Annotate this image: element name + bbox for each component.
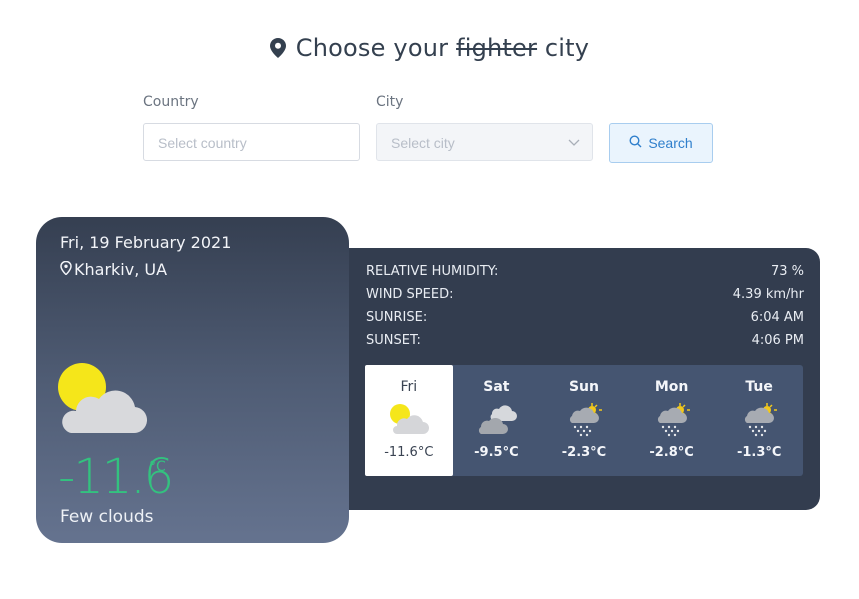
country-input[interactable]: Select country [143,123,360,161]
forecast-day-name: Mon [654,379,689,395]
country-placeholder: Select country [158,135,247,151]
detail-label: SUNRISE: [366,310,428,325]
snow-sun-icon [540,397,628,441]
temperature-unit: °C [149,459,166,475]
detail-row-sunrise: SUNRISE: 6:04 AM [366,310,804,325]
forecast-day-sun[interactable]: Sun -2.3°C [540,365,628,476]
city-label: City [376,94,404,110]
country-label: Country [143,94,199,110]
weather-details-panel: RELATIVE HUMIDITY: 73 % WIND SPEED: 4.39… [318,248,820,510]
detail-label: RELATIVE HUMIDITY: [366,264,499,279]
title-text-end: city [544,34,590,62]
forecast-temp: -11.6°C [384,445,434,460]
forecast-day-name: Sat [483,379,510,395]
forecast-day-tue[interactable]: Tue -1.3°C [715,365,803,476]
title-text-start: Choose your [295,34,449,62]
detail-label: SUNSET: [366,333,421,348]
search-button[interactable]: Search [609,123,713,163]
current-date: Fri, 19 February 2021 [60,233,232,252]
forecast-temp: -2.3°C [561,445,607,460]
detail-value: 4:06 PM [751,333,804,348]
map-pin-icon [60,260,72,279]
sun-cloud-icon [365,397,453,441]
map-pin-icon [269,36,286,64]
search-icon [629,135,642,151]
chevron-down-icon [568,124,580,176]
forecast-day-mon[interactable]: Mon -2.8°C [628,365,716,476]
forecast-temp: -1.3°C [736,445,782,460]
detail-row-humidity: RELATIVE HUMIDITY: 73 % [366,264,804,279]
forecast-day-sat[interactable]: Sat -9.5°C [453,365,541,476]
sun-cloud-icon [57,362,149,440]
forecast-day-fri[interactable]: Fri -11.6°C [365,365,453,476]
forecast-day-name: Sun [568,379,599,395]
page-title: Choose your fighter city [0,34,859,64]
detail-row-wind: WIND SPEED: 4.39 km/hr [366,287,804,302]
snow-sun-icon [628,397,716,441]
title-struck-word: fighter [456,34,538,62]
forecast-temp: -2.8°C [649,445,694,460]
forecast-day-name: Tue [745,379,773,395]
detail-label: WIND SPEED: [366,287,454,302]
detail-value: 4.39 km/hr [732,287,804,302]
weather-description: Few clouds [60,507,154,527]
search-button-label: Search [648,135,693,151]
detail-value: 6:04 AM [750,310,804,325]
detail-row-sunset: SUNSET: 4:06 PM [366,333,804,348]
current-weather-card: Fri, 19 February 2021 Kharkiv, UA -11.6 … [36,217,349,543]
forecast-temp: -9.5°C [474,445,519,460]
forecast-strip: Fri -11.6°C Sat -9.5°C Sun -2.3°C Mon -2… [365,365,803,476]
city-select[interactable]: Select city [376,123,593,161]
forecast-day-name: Fri [400,379,418,395]
snow-sun-icon [715,397,803,441]
location-text: Kharkiv, UA [74,260,168,279]
clouds-icon [453,397,541,441]
current-location: Kharkiv, UA [60,260,167,279]
detail-value: 73 % [770,264,804,279]
city-placeholder: Select city [391,135,455,151]
current-temperature: -11.6 [58,449,174,505]
